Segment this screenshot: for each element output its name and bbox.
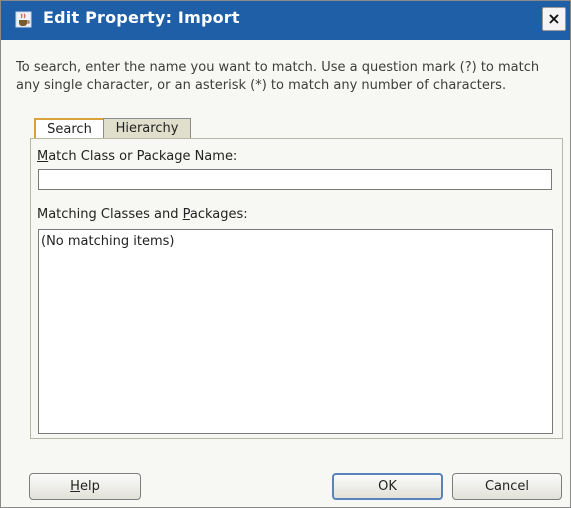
dialog-title: Edit Property: Import	[43, 8, 240, 27]
instructions: To search, enter the name you want to ma…	[16, 59, 556, 95]
instructions-line-2: any single character, or an asterisk (*)…	[16, 78, 507, 93]
matching-results-label: Matching Classes and Packages:	[37, 207, 248, 222]
tab-hierarchy-label: Hierarchy	[115, 121, 179, 136]
edit-property-dialog: Edit Property: Import × To search, enter…	[0, 0, 571, 508]
close-icon: ×	[547, 9, 561, 28]
ok-button[interactable]: OK	[332, 473, 443, 500]
java-coffee-icon	[15, 11, 32, 28]
help-button[interactable]: Help	[29, 473, 141, 500]
close-button[interactable]: ×	[542, 7, 566, 31]
tab-hierarchy[interactable]: Hierarchy	[103, 118, 191, 138]
empty-results-message: (No matching items)	[41, 234, 175, 249]
cancel-button[interactable]: Cancel	[452, 473, 562, 500]
tab-search-label: Search	[47, 121, 92, 137]
title-bar[interactable]: Edit Property: Import ×	[1, 1, 570, 40]
match-name-label: Match Class or Package Name:	[37, 149, 238, 164]
tab-search[interactable]: Search	[34, 118, 104, 138]
instructions-line-1: To search, enter the name you want to ma…	[16, 60, 540, 75]
matching-results-list[interactable]: (No matching items)	[38, 229, 553, 434]
match-name-input[interactable]	[38, 169, 552, 190]
